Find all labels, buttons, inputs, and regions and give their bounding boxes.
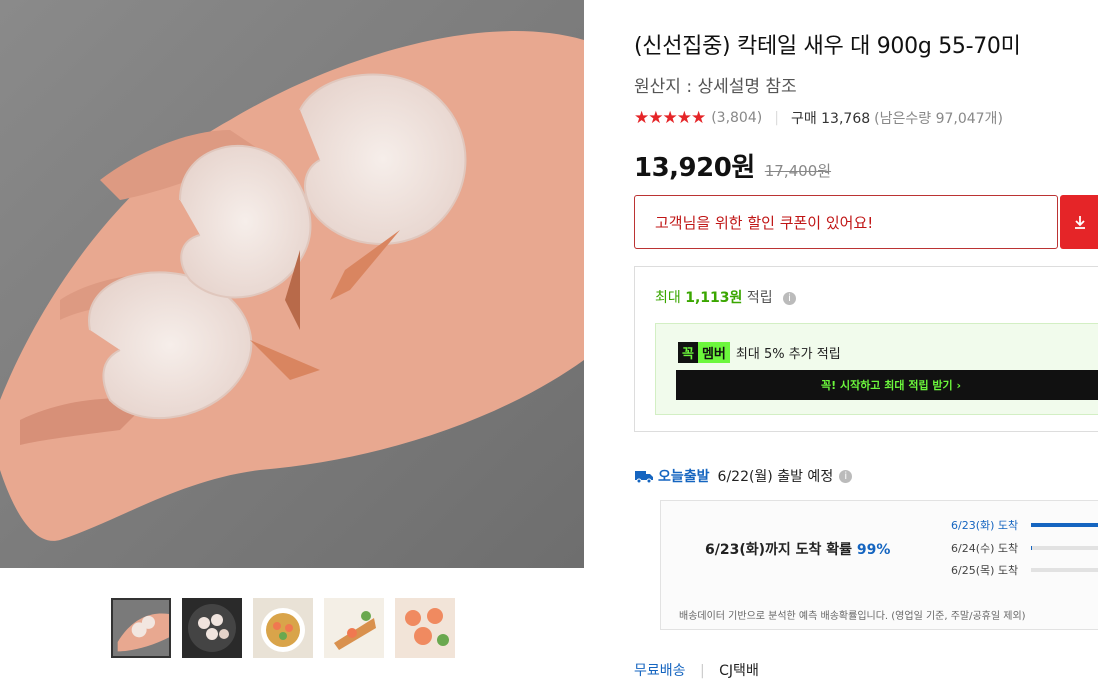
thumbnail-4[interactable]: [324, 598, 384, 658]
download-icon: [1075, 216, 1085, 229]
arrival-probability: 99%: [856, 542, 891, 558]
member-start-button[interactable]: 꼭! 시작하고 최대 적립 받기 ›: [676, 370, 1098, 400]
price-row: 13,920원 17,400원: [634, 147, 831, 184]
arrival-bar: [1031, 568, 1098, 572]
divider: |: [774, 110, 779, 126]
rating-stars-icon: ★★★★★: [634, 108, 706, 128]
coupon-download-button[interactable]: [1060, 195, 1098, 249]
arrival-row-label: 6/25(목) 도착: [951, 564, 1019, 577]
thumbnail-1[interactable]: [111, 598, 171, 658]
arrival-prediction: 6/23(화)까지 도착 확률 99% 6/23(화) 도착 6/24(수) 도…: [660, 500, 1098, 630]
thumbnail-2[interactable]: [182, 598, 242, 658]
info-icon[interactable]: i: [839, 469, 853, 483]
arrival-text: 6/23(화)까지 도착 확률: [705, 542, 853, 558]
product-origin: 원산지 : 상세설명 참조: [634, 77, 797, 97]
member-badge-label: 멤버: [697, 342, 730, 363]
membership-line: 꼭 멤버 최대 5% 추가 적립: [678, 342, 841, 363]
arrival-row: 6/25(목) 도착: [951, 562, 1098, 578]
thumbnail-5[interactable]: [395, 598, 455, 658]
thumbnail-strip: [111, 598, 455, 658]
product-info: (신선집중) 칵테일 새우 대 900g 55-70미 원산지 : 상세설명 참…: [634, 0, 1098, 689]
member-badge-icon: 꼭: [678, 342, 698, 363]
free-shipping-label: 무료배송: [634, 663, 686, 679]
main-product-image: [0, 0, 584, 568]
reward-amount: 1,113원: [685, 290, 743, 306]
coupon-text: 고객님을 위한 할인 쿠폰이 있어요!: [655, 213, 874, 232]
product-gallery: [0, 0, 584, 689]
today-ship-label: 오늘출발: [658, 469, 710, 485]
sale-price: 13,920원: [634, 153, 755, 183]
delivery-info: 무료배송 | CJ택배: [634, 660, 759, 680]
product-title: (신선집중) 칵테일 새우 대 900g 55-70미: [634, 34, 1021, 59]
original-price: 17,400원: [764, 162, 832, 180]
arrival-row: 6/23(화) 도착: [951, 517, 1098, 533]
shipping-row: 오늘출발 6/22(월) 출발 예정 i: [634, 466, 853, 486]
arrival-row-label: 6/23(화) 도착: [951, 519, 1019, 532]
carrier-name: CJ택배: [719, 663, 759, 679]
info-icon[interactable]: i: [783, 291, 797, 305]
truck-icon: [635, 471, 653, 484]
reward-suffix: 적립: [746, 290, 773, 306]
reward-prefix: 최대: [655, 290, 681, 306]
arrival-summary: 6/23(화)까지 도착 확률 99%: [705, 539, 890, 559]
thumbnail-3[interactable]: [253, 598, 313, 658]
arrival-bar: [1031, 523, 1098, 527]
membership-promo: 꼭 멤버 최대 5% 추가 적립 꼭! 시작하고 최대 적립 받기 ›: [655, 323, 1098, 415]
member-text: 최대 5% 추가 적립: [735, 347, 841, 362]
divider: |: [699, 663, 705, 679]
stock-remaining: (남은수량 97,047개): [874, 111, 1003, 127]
arrival-row: 6/24(수) 도착: [951, 540, 1098, 556]
review-count-link[interactable]: (3,804): [711, 110, 762, 126]
reward-points-line: 최대 1,113원 적립 i: [655, 287, 797, 307]
arrival-bar: [1031, 546, 1098, 550]
rating-row: ★★★★★ (3,804) | 구매 13,768 (남은수량 97,047개): [634, 108, 1003, 128]
rewards-box: 최대 1,113원 적립 i 꼭 멤버 최대 5% 추가 적립 꼭! 시작하고 최…: [634, 266, 1098, 432]
purchase-count: 구매 13,768: [790, 111, 871, 127]
ship-date: 6/22(월) 출발 예정: [717, 469, 834, 485]
coupon-banner[interactable]: 고객님을 위한 할인 쿠폰이 있어요!: [634, 195, 1058, 249]
arrival-row-label: 6/24(수) 도착: [951, 542, 1019, 555]
arrival-note: 배송데이터 기반으로 분석한 예측 배송확률입니다. (영업일 기준, 주말/공…: [679, 611, 1026, 622]
